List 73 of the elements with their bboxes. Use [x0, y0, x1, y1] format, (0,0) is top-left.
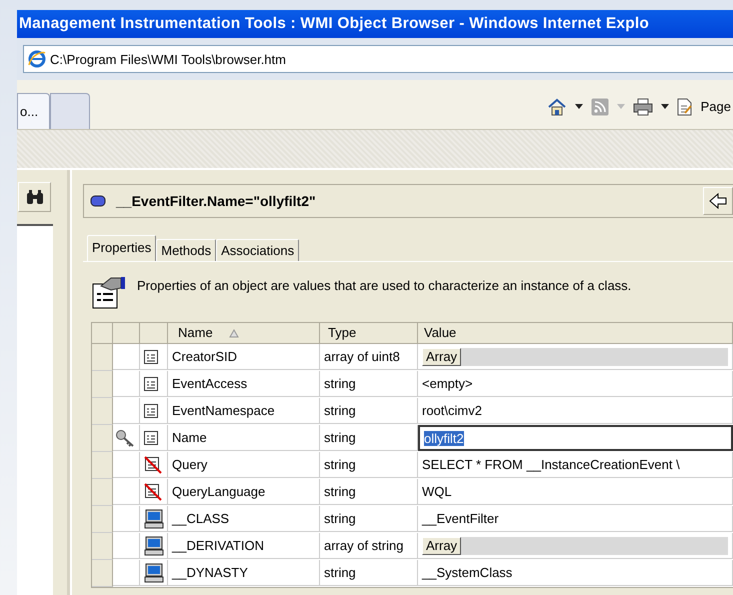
- description-text: Properties of an object are values that are used to characterize an instance of a class.: [137, 277, 632, 293]
- crossed-property-icon: [144, 456, 162, 474]
- table-cell: string: [320, 398, 418, 424]
- table-cell: string: [320, 371, 418, 397]
- feed-icon[interactable]: [590, 98, 609, 116]
- property-icon: [144, 350, 158, 364]
- column-header[interactable]: Type: [320, 323, 418, 344]
- home-icon[interactable]: [546, 98, 567, 116]
- crossed-property-icon: [144, 482, 162, 500]
- page-menu-label[interactable]: Page: [700, 99, 731, 114]
- browser-tab[interactable]: [50, 93, 90, 129]
- browser-logo-icon: [28, 50, 46, 68]
- table-cell: SELECT * FROM __InstanceCreationEvent \: [418, 452, 733, 478]
- table-cell: QueryLanguage: [168, 479, 320, 505]
- property-icon: [144, 376, 158, 390]
- table-cell: string: [320, 479, 418, 505]
- row-header[interactable]: [92, 425, 113, 452]
- property-sheet-icon: [91, 274, 127, 310]
- printer-icon[interactable]: [632, 98, 653, 116]
- table-cell: EventNamespace: [168, 398, 320, 424]
- row-header[interactable]: [92, 371, 113, 398]
- table-cell: <empty>: [418, 371, 733, 397]
- table-cell: __DERIVATION: [168, 533, 320, 559]
- row-header[interactable]: [92, 506, 113, 533]
- tab[interactable]: Methods: [156, 239, 216, 261]
- window-title: Management Instrumentation Tools : WMI Object Browser - Windows Internet Explo: [17, 10, 733, 38]
- computer-icon: [144, 508, 164, 528]
- row-header[interactable]: [92, 533, 113, 560]
- binoculars-icon: [26, 189, 44, 205]
- table-cell: array of string: [320, 533, 418, 559]
- table-cell: array of uint8: [320, 344, 418, 370]
- computer-icon: [144, 562, 164, 582]
- address-field[interactable]: C:\Program Files\WMI Tools\browser.htm: [23, 45, 733, 73]
- left-arrow-icon: [709, 193, 727, 209]
- table-cell: WQL: [418, 479, 733, 505]
- table-cell: __SystemClass: [418, 560, 733, 586]
- computer-icon: [144, 536, 164, 556]
- row-header[interactable]: [92, 452, 113, 479]
- instance-icon: [90, 195, 106, 207]
- table-cell: EventAccess: [168, 371, 320, 397]
- back-button[interactable]: [703, 187, 733, 215]
- caret-icon[interactable]: [660, 104, 669, 109]
- object-path: __EventFilter.Name="ollyfilt2": [116, 193, 316, 209]
- table-cell: string: [320, 506, 418, 532]
- table-cell: Name: [168, 425, 320, 451]
- table-cell: Query: [168, 452, 320, 478]
- key-icon: [115, 428, 135, 446]
- row-header[interactable]: [92, 479, 113, 506]
- caret-icon[interactable]: [574, 104, 583, 109]
- table-cell: string: [320, 452, 418, 478]
- table-cell: string: [320, 560, 418, 586]
- tab[interactable]: Properties: [87, 235, 156, 261]
- property-icon: [144, 404, 158, 418]
- table-cell: CreatorSID: [168, 344, 320, 370]
- table-cell: __DYNASTY: [168, 560, 320, 586]
- page-icon[interactable]: [676, 98, 693, 116]
- column-header[interactable]: Name: [168, 323, 320, 344]
- row-header[interactable]: [92, 398, 113, 425]
- table-cell: root\cimv2: [418, 398, 733, 424]
- row-header[interactable]: [92, 560, 113, 587]
- row-header[interactable]: [92, 344, 113, 371]
- table-cell: __EventFilter: [418, 506, 733, 532]
- sort-icon: [228, 328, 239, 338]
- array-button[interactable]: Array: [422, 348, 462, 366]
- value-input-field[interactable]: ollyfilt2: [418, 425, 733, 451]
- array-button[interactable]: Array: [422, 536, 462, 554]
- property-icon: [144, 430, 158, 444]
- find-button[interactable]: [18, 182, 51, 212]
- browser-tab[interactable]: o...: [17, 93, 50, 129]
- table-cell: string: [320, 425, 418, 451]
- column-header[interactable]: Value: [418, 323, 733, 344]
- tab[interactable]: Associations: [216, 239, 300, 261]
- table-cell: __CLASS: [168, 506, 320, 532]
